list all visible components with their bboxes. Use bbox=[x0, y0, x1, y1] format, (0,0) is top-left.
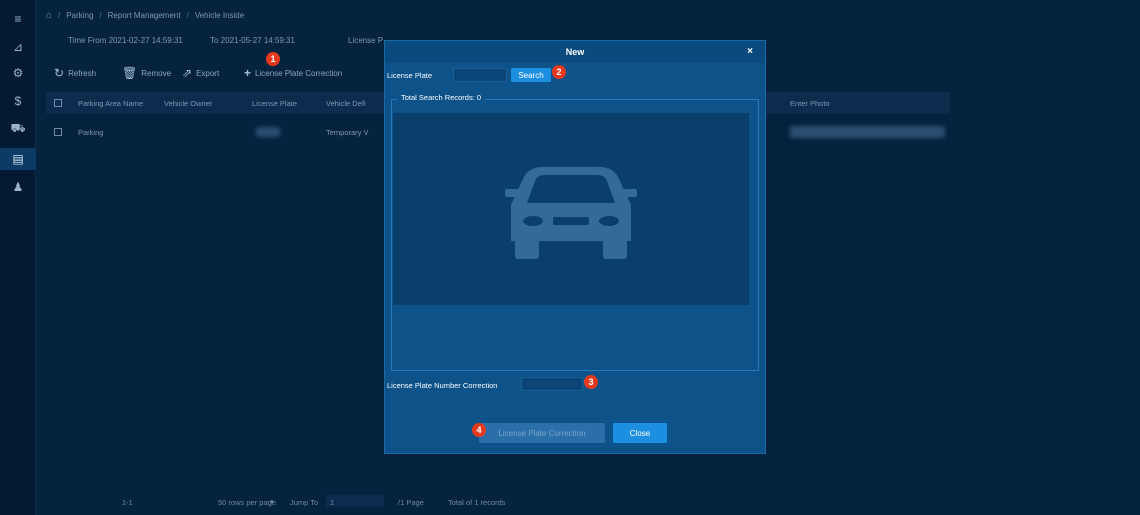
rows-per-page-select[interactable]: 50 rows per page bbox=[218, 498, 276, 507]
breadcrumb-separator: / bbox=[58, 11, 61, 20]
dialog-title: New bbox=[385, 41, 765, 63]
page-count-label: /1 Page bbox=[398, 498, 424, 507]
plus-icon: + bbox=[244, 66, 252, 80]
correction-input[interactable] bbox=[521, 377, 583, 391]
cell-vehicle-definition: Temporary V bbox=[326, 128, 369, 137]
time-to-field[interactable]: To 2021-05-27 14:59:31 bbox=[210, 36, 295, 45]
remove-button[interactable]: 🗑 Remove bbox=[122, 66, 171, 80]
dollar-icon[interactable]: $ bbox=[0, 90, 36, 112]
export-button[interactable]: ⇗ Export bbox=[182, 66, 219, 80]
page-input-box[interactable] bbox=[326, 495, 384, 507]
breadcrumb-separator: / bbox=[186, 11, 189, 20]
export-label: Export bbox=[196, 68, 220, 78]
column-license-plate[interactable]: License Plate bbox=[252, 99, 297, 108]
license-plate-label: License Plate bbox=[387, 71, 433, 80]
cell-parking-area: Parking bbox=[78, 128, 104, 137]
refresh-icon: ↻ bbox=[54, 66, 65, 80]
dropdown-arrow-icon[interactable]: ▾ bbox=[270, 498, 274, 506]
trash-icon: 🗑 bbox=[122, 66, 138, 80]
step-marker-1: 1 bbox=[266, 52, 280, 66]
select-all-checkbox[interactable] bbox=[54, 99, 62, 107]
license-plate-input[interactable] bbox=[453, 68, 507, 82]
time-from-field[interactable]: Time From 2021-02-27 14:59:31 bbox=[68, 36, 183, 45]
new-dialog: New × License Plate Search Total Search … bbox=[384, 40, 766, 454]
jump-to-label: Jump To bbox=[290, 498, 319, 507]
barrier-icon[interactable]: ⊿ bbox=[0, 36, 36, 58]
breadcrumb-separator: / bbox=[99, 11, 102, 20]
close-button[interactable]: Close bbox=[613, 423, 667, 443]
vehicle-photo-placeholder bbox=[393, 113, 749, 305]
search-button[interactable]: Search bbox=[511, 68, 551, 82]
license-plate-blurred bbox=[256, 127, 280, 137]
step-marker-3: 3 bbox=[584, 375, 598, 389]
breadcrumb-report-management[interactable]: Report Management bbox=[108, 11, 181, 20]
license-plate-correction-submit[interactable]: License Plate Correction bbox=[479, 423, 605, 443]
license-plate-correction-button[interactable]: + License Plate Correction bbox=[244, 66, 342, 80]
settings-icon[interactable]: ⚙ bbox=[0, 62, 36, 84]
correction-label: License Plate Number Correction bbox=[387, 381, 498, 390]
total-records-label: Total of 1 records bbox=[448, 498, 506, 507]
car-placeholder-icon bbox=[505, 167, 637, 259]
car-icon[interactable]: ⛟ bbox=[0, 118, 36, 140]
report-icon[interactable]: ▤ bbox=[0, 148, 36, 170]
column-parking-area-name[interactable]: Parking Area Name bbox=[78, 99, 143, 108]
close-icon[interactable]: × bbox=[747, 46, 753, 57]
step-marker-2: 2 bbox=[552, 65, 566, 79]
column-vehicle-owner[interactable]: Vehicle Owner bbox=[164, 99, 212, 108]
breadcrumb-vehicle-inside: Vehicle Inside bbox=[194, 11, 245, 20]
column-vehicle-definition[interactable]: Vehicle Defi bbox=[326, 99, 366, 108]
page-input[interactable]: 1 bbox=[330, 498, 334, 507]
license-plate-filter[interactable]: License P bbox=[348, 36, 383, 45]
pagination-range: 1-1 bbox=[122, 498, 133, 507]
total-search-records: Total Search Records: 0 bbox=[397, 93, 486, 102]
refresh-button[interactable]: ↻ Refresh bbox=[54, 66, 96, 80]
user-icon[interactable]: ♟ bbox=[0, 176, 36, 198]
refresh-label: Refresh bbox=[68, 68, 97, 78]
menu-icon[interactable]: ≡ bbox=[0, 8, 36, 30]
enter-photo-blurred[interactable] bbox=[790, 126, 945, 138]
remove-label: Remove bbox=[141, 68, 172, 78]
breadcrumb-parking[interactable]: Parking bbox=[66, 11, 93, 20]
breadcrumb: ⌂ / Parking / Report Management / Vehicl… bbox=[46, 10, 244, 21]
sidebar: ≡ ⊿ ⚙ $ ⛟ ▤ ♟ bbox=[0, 0, 36, 515]
column-enter-photo[interactable]: Enter Photo bbox=[790, 99, 830, 108]
license-plate-correction-label: License Plate Correction bbox=[255, 68, 343, 78]
export-icon: ⇗ bbox=[182, 66, 193, 80]
home-icon[interactable]: ⌂ bbox=[46, 10, 52, 21]
row-checkbox[interactable] bbox=[54, 128, 62, 136]
step-marker-4: 4 bbox=[472, 423, 486, 437]
